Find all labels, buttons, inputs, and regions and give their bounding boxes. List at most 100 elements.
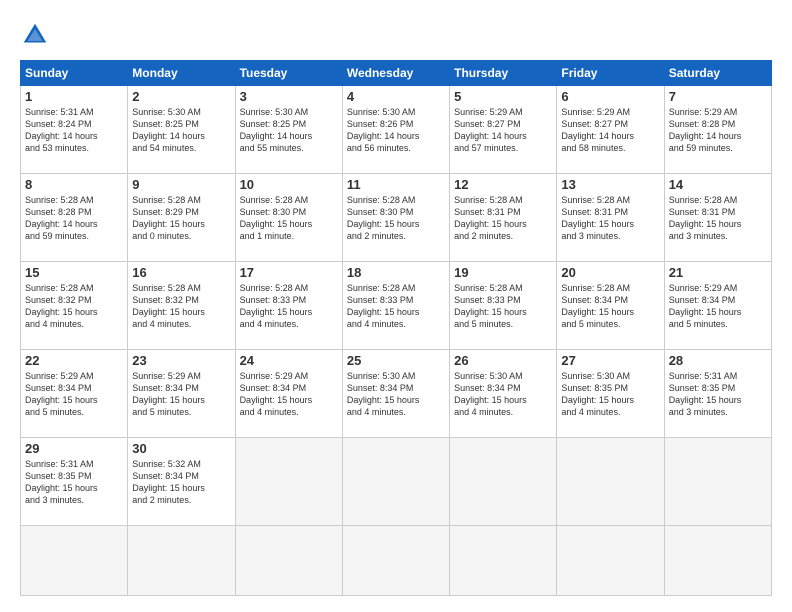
day-cell: 9Sunrise: 5:28 AM Sunset: 8:29 PM Daylig… [128,174,235,262]
day-cell: 7Sunrise: 5:29 AM Sunset: 8:28 PM Daylig… [664,86,771,174]
day-info: Sunrise: 5:29 AM Sunset: 8:28 PM Dayligh… [669,106,767,155]
empty-cell [557,526,664,596]
day-cell: 15Sunrise: 5:28 AM Sunset: 8:32 PM Dayli… [21,262,128,350]
day-cell: 18Sunrise: 5:28 AM Sunset: 8:33 PM Dayli… [342,262,449,350]
calendar-row [21,526,772,596]
day-number: 10 [240,177,338,192]
day-number: 27 [561,353,659,368]
day-cell: 17 Sunrise: 5:28 AM Sunset: 8:33 PM Dayli… [235,262,342,350]
day-info: Sunrise: 5:29 AM Sunset: 8:34 PM Dayligh… [669,282,767,331]
day-number: 9 [132,177,230,192]
day-number: 30 [132,441,230,456]
day-number: 4 [347,89,445,104]
calendar-row: 1 Sunrise: 5:31 AM Sunset: 8:24 PM Daylig… [21,86,772,174]
calendar-row: 22 Sunrise: 5:29 AM Sunset: 8:34 PM Dayli… [21,350,772,438]
day-cell: 11 Sunrise: 5:28 AM Sunset: 8:30 PM Dayli… [342,174,449,262]
day-info: Sunrise: 5:28 AM Sunset: 8:28 PM Dayligh… [25,194,123,243]
empty-cell [664,438,771,526]
day-cell: 25 Sunrise: 5:30 AM Sunset: 8:34 PM Dayli… [342,350,449,438]
day-info: Sunrise: 5:29 AM Sunset: 8:34 PM Dayligh… [25,370,123,419]
day-info: Sunrise: 5:30 AM Sunset: 8:34 PM Dayligh… [347,370,445,419]
day-number: 25 [347,353,445,368]
empty-cell [664,526,771,596]
day-number: 1 [25,89,123,104]
day-info: Sunrise: 5:31 AM Sunset: 8:24 PM Dayligh… [25,106,123,155]
day-number: 23 [132,353,230,368]
day-number: 26 [454,353,552,368]
empty-cell [342,438,449,526]
day-number: 29 [25,441,123,456]
day-number: 6 [561,89,659,104]
day-number: 22 [25,353,123,368]
day-cell: 10 Sunrise: 5:28 AM Sunset: 8:30 PM Dayli… [235,174,342,262]
day-info: Sunrise: 5:28 AM Sunset: 8:31 PM Dayligh… [669,194,767,243]
day-cell: 6 Sunrise: 5:29 AM Sunset: 8:27 PM Daylig… [557,86,664,174]
day-cell: 8 Sunrise: 5:28 AM Sunset: 8:28 PM Daylig… [21,174,128,262]
day-info: Sunrise: 5:28 AM Sunset: 8:33 PM Dayligh… [454,282,552,331]
day-number: 3 [240,89,338,104]
day-number: 14 [669,177,767,192]
logo-icon [20,20,50,50]
day-info: Sunrise: 5:30 AM Sunset: 8:26 PM Dayligh… [347,106,445,155]
empty-cell [235,526,342,596]
day-cell: 3 Sunrise: 5:30 AM Sunset: 8:25 PM Daylig… [235,86,342,174]
day-cell: 30 Sunrise: 5:32 AM Sunset: 8:34 PM Dayli… [128,438,235,526]
day-info: Sunrise: 5:29 AM Sunset: 8:27 PM Dayligh… [454,106,552,155]
day-cell: 2Sunrise: 5:30 AM Sunset: 8:25 PM Daylig… [128,86,235,174]
day-cell: 22 Sunrise: 5:29 AM Sunset: 8:34 PM Dayli… [21,350,128,438]
day-number: 8 [25,177,123,192]
calendar-row: 29 Sunrise: 5:31 AM Sunset: 8:35 PM Dayli… [21,438,772,526]
col-header-monday: Monday [128,61,235,86]
day-cell: 27 Sunrise: 5:30 AM Sunset: 8:35 PM Dayli… [557,350,664,438]
day-number: 17 [240,265,338,280]
day-info: Sunrise: 5:32 AM Sunset: 8:34 PM Dayligh… [132,458,230,507]
day-cell: 28 Sunrise: 5:31 AM Sunset: 8:35 PM Dayli… [664,350,771,438]
day-number: 5 [454,89,552,104]
day-number: 15 [25,265,123,280]
day-info: Sunrise: 5:31 AM Sunset: 8:35 PM Dayligh… [669,370,767,419]
day-info: Sunrise: 5:30 AM Sunset: 8:25 PM Dayligh… [240,106,338,155]
day-number: 18 [347,265,445,280]
day-number: 28 [669,353,767,368]
empty-cell [235,438,342,526]
day-info: Sunrise: 5:28 AM Sunset: 8:30 PM Dayligh… [347,194,445,243]
calendar-row: 8 Sunrise: 5:28 AM Sunset: 8:28 PM Daylig… [21,174,772,262]
logo [20,20,54,50]
empty-cell [21,526,128,596]
day-cell: 19 Sunrise: 5:28 AM Sunset: 8:33 PM Dayli… [450,262,557,350]
day-number: 24 [240,353,338,368]
day-info: Sunrise: 5:29 AM Sunset: 8:27 PM Dayligh… [561,106,659,155]
empty-cell [342,526,449,596]
day-info: Sunrise: 5:28 AM Sunset: 8:30 PM Dayligh… [240,194,338,243]
calendar-header-row: SundayMondayTuesdayWednesdayThursdayFrid… [21,61,772,86]
day-cell: 16 Sunrise: 5:28 AM Sunset: 8:32 PM Dayli… [128,262,235,350]
day-cell: 24 Sunrise: 5:29 AM Sunset: 8:34 PM Dayli… [235,350,342,438]
day-number: 16 [132,265,230,280]
day-number: 12 [454,177,552,192]
empty-cell [450,438,557,526]
col-header-thursday: Thursday [450,61,557,86]
col-header-sunday: Sunday [21,61,128,86]
col-header-wednesday: Wednesday [342,61,449,86]
day-info: Sunrise: 5:30 AM Sunset: 8:35 PM Dayligh… [561,370,659,419]
day-number: 19 [454,265,552,280]
day-cell: 21 Sunrise: 5:29 AM Sunset: 8:34 PM Dayli… [664,262,771,350]
day-cell: 4 Sunrise: 5:30 AM Sunset: 8:26 PM Daylig… [342,86,449,174]
day-info: Sunrise: 5:28 AM Sunset: 8:32 PM Dayligh… [132,282,230,331]
empty-cell [450,526,557,596]
day-cell: 23Sunrise: 5:29 AM Sunset: 8:34 PM Dayli… [128,350,235,438]
header [20,20,772,50]
empty-cell [128,526,235,596]
day-info: Sunrise: 5:31 AM Sunset: 8:35 PM Dayligh… [25,458,123,507]
day-cell: 26Sunrise: 5:30 AM Sunset: 8:34 PM Dayli… [450,350,557,438]
day-info: Sunrise: 5:28 AM Sunset: 8:31 PM Dayligh… [454,194,552,243]
empty-cell [557,438,664,526]
day-number: 11 [347,177,445,192]
day-info: Sunrise: 5:28 AM Sunset: 8:34 PM Dayligh… [561,282,659,331]
day-info: Sunrise: 5:29 AM Sunset: 8:34 PM Dayligh… [240,370,338,419]
day-number: 20 [561,265,659,280]
day-cell: 14 Sunrise: 5:28 AM Sunset: 8:31 PM Dayli… [664,174,771,262]
day-info: Sunrise: 5:28 AM Sunset: 8:33 PM Dayligh… [240,282,338,331]
day-cell: 13Sunrise: 5:28 AM Sunset: 8:31 PM Dayli… [557,174,664,262]
day-number: 21 [669,265,767,280]
